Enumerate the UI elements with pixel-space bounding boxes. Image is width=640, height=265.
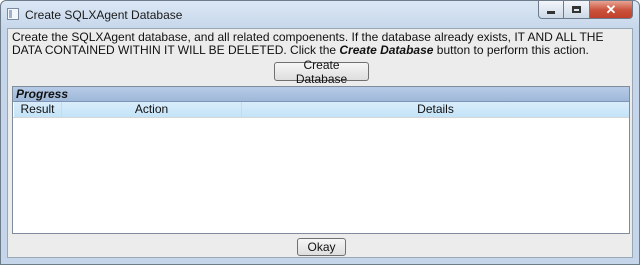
window-title: Create SQLXAgent Database: [25, 8, 183, 22]
title-bar[interactable]: Create SQLXAgent Database ✕: [1, 1, 639, 27]
window-icon[interactable]: [7, 8, 19, 20]
progress-panel: Progress Result Action Details: [12, 86, 630, 234]
description-emphasis: Create Database: [339, 43, 434, 57]
okay-button[interactable]: Okay: [297, 238, 346, 256]
progress-grid-header: Result Action Details: [13, 102, 629, 118]
description-part-2: button to perform this action.: [433, 43, 589, 57]
close-icon: ✕: [605, 1, 617, 17]
dialog-window: Create SQLXAgent Database ✕ Create the S…: [0, 0, 640, 265]
dialog-content: Create the SQLXAgent database, and all r…: [7, 28, 633, 258]
minimize-icon: [547, 11, 555, 14]
maximize-icon: [572, 6, 581, 13]
progress-grid-body[interactable]: [13, 118, 629, 233]
column-header-result[interactable]: Result: [14, 102, 62, 117]
progress-header: Progress: [13, 87, 629, 102]
description-text: Create the SQLXAgent database, and all r…: [12, 31, 630, 57]
create-database-button[interactable]: Create Database: [274, 58, 369, 86]
column-header-details[interactable]: Details: [242, 102, 629, 117]
minimize-button[interactable]: [538, 1, 564, 19]
maximize-button[interactable]: [564, 1, 590, 19]
column-header-action[interactable]: Action: [62, 102, 242, 117]
window-controls: ✕: [538, 1, 633, 19]
close-button[interactable]: ✕: [590, 1, 633, 19]
